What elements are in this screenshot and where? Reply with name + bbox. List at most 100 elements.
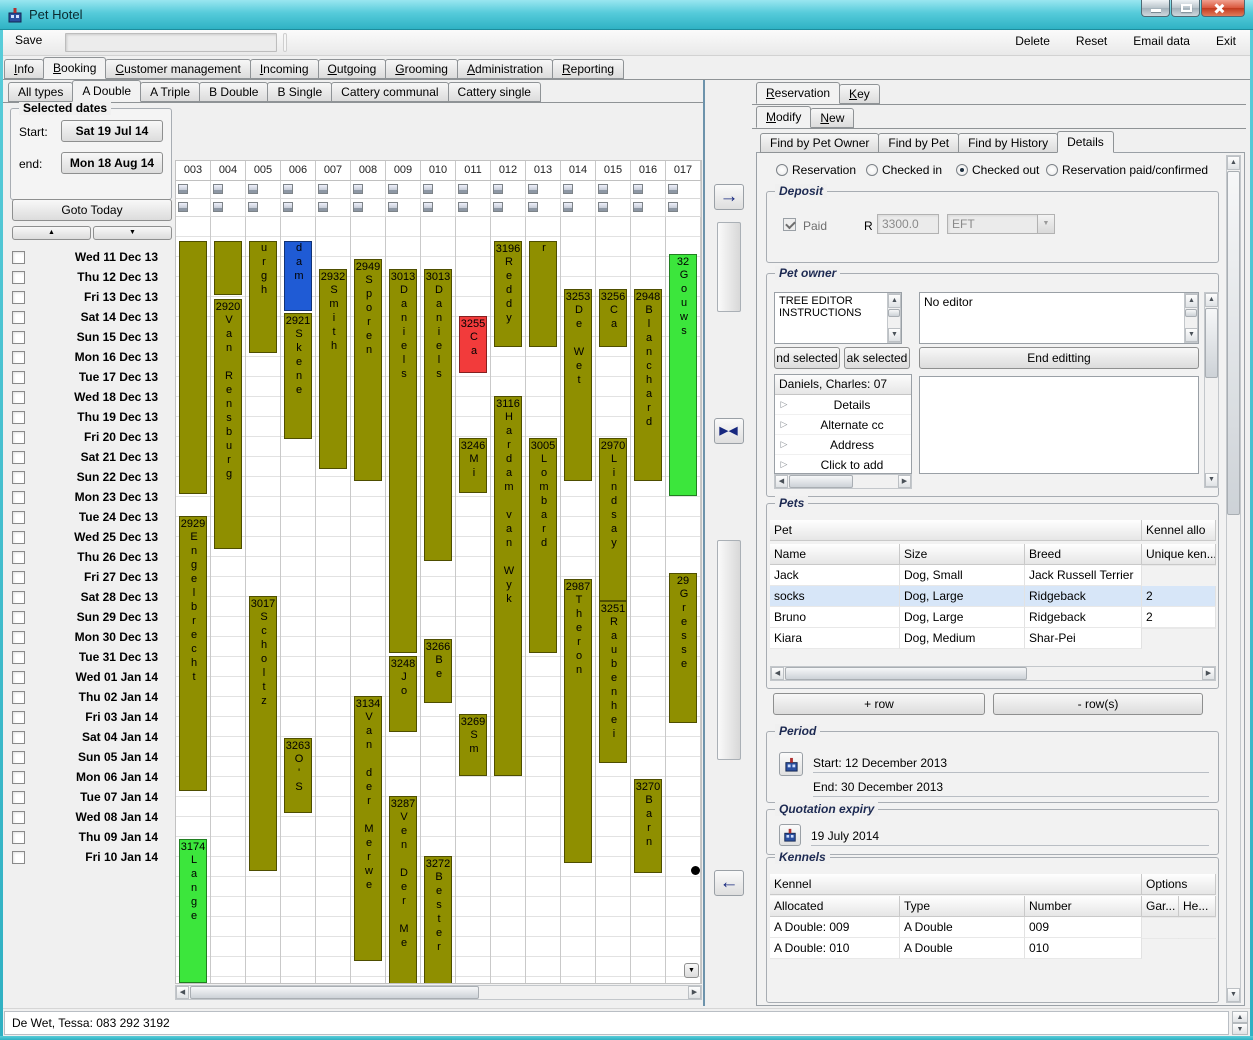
date-row[interactable]: Sat 21 Dec 13: [12, 447, 162, 467]
tab-b-double[interactable]: B Double: [199, 82, 268, 102]
goto-today-button[interactable]: Goto Today: [12, 199, 172, 221]
date-checkbox[interactable]: [12, 731, 25, 744]
radio-reservation-paid-confirmed[interactable]: Reservation paid/confirmed: [1046, 163, 1208, 177]
tab-find-by-pet[interactable]: Find by Pet: [878, 133, 959, 153]
scroll-left-button[interactable]: ◀: [775, 475, 788, 488]
editor-scrollbar[interactable]: ▲▼: [1184, 293, 1198, 343]
booking-bar[interactable]: urgh: [249, 241, 277, 353]
booking-bar[interactable]: 3248Jo: [389, 656, 417, 732]
date-checkbox[interactable]: [12, 751, 25, 764]
tree-expand-icon[interactable]: ▷: [775, 419, 793, 430]
tab-key[interactable]: Key: [839, 84, 880, 104]
expand-selected-button[interactable]: nd selected: [774, 347, 840, 369]
radio-checked-in[interactable]: Checked in: [866, 163, 942, 177]
scroll-thumb[interactable]: [789, 475, 853, 488]
date-row[interactable]: Tue 17 Dec 13: [12, 367, 162, 387]
booking-bar[interactable]: r: [529, 241, 557, 347]
scroll-up-button[interactable]: ▲: [1227, 156, 1240, 170]
scroll-dates-up-button[interactable]: ▲: [12, 226, 91, 240]
booking-bar[interactable]: 29Gresse: [669, 573, 697, 723]
tab-cattery-communal[interactable]: Cattery communal: [331, 82, 448, 102]
booking-bar[interactable]: 3272Bester: [424, 856, 452, 983]
status-scroll-down-button[interactable]: ▼: [1232, 1023, 1248, 1035]
gantt-horizontal-scrollbar[interactable]: ◀▶: [175, 985, 702, 1000]
date-row[interactable]: Tue 31 Dec 13: [12, 647, 162, 667]
scroll-down-button[interactable]: ▼: [1205, 473, 1218, 487]
booking-bar[interactable]: 3017Scholtz: [249, 596, 277, 871]
kennels-column-header-cell[interactable]: Gar...: [1142, 896, 1179, 917]
scroll-thumb[interactable]: [190, 986, 479, 999]
minimize-button[interactable]: [1141, 0, 1170, 17]
end-date-button[interactable]: Mon 18 Aug 14: [61, 152, 163, 174]
scroll-track[interactable]: [1185, 308, 1197, 328]
date-checkbox[interactable]: [12, 651, 25, 664]
save-button[interactable]: Save: [7, 30, 50, 50]
tree-expand-icon[interactable]: ▷: [775, 459, 793, 470]
scroll-track[interactable]: [788, 475, 898, 488]
splitter-handle-top[interactable]: [717, 222, 741, 312]
scroll-track[interactable]: [1227, 170, 1240, 988]
date-checkbox[interactable]: [12, 351, 25, 364]
scroll-track[interactable]: [189, 986, 688, 999]
splitter-handle-bottom[interactable]: [717, 540, 741, 760]
pets-column-header-cell[interactable]: Unique ken...: [1142, 544, 1216, 565]
tab-reporting[interactable]: Reporting: [552, 59, 624, 79]
booking-bar[interactable]: 3263O'S: [284, 738, 312, 813]
exit-button[interactable]: Exit: [1208, 31, 1244, 51]
booking-bar[interactable]: [179, 241, 207, 494]
date-row[interactable]: Sun 22 Dec 13: [12, 467, 162, 487]
pets-horizontal-scrollbar[interactable]: ◀▶: [770, 666, 1216, 681]
booking-bar[interactable]: 3287Ven Der Me: [389, 796, 417, 983]
booking-bar[interactable]: 3256Ca: [599, 289, 627, 347]
date-checkbox[interactable]: [12, 291, 25, 304]
booking-bar[interactable]: 2987Theron: [564, 579, 592, 863]
scroll-right-button[interactable]: ▶: [688, 986, 701, 999]
date-row[interactable]: Thu 26 Dec 13: [12, 547, 162, 567]
radio-checked-out[interactable]: Checked out: [956, 163, 1039, 177]
booking-bar[interactable]: 3174Lange: [179, 839, 207, 983]
tab-outgoing[interactable]: Outgoing: [318, 59, 387, 79]
tree-item-click-to-add[interactable]: ▷Click to add: [775, 455, 911, 475]
date-checkbox[interactable]: [12, 471, 25, 484]
tab-administration[interactable]: Administration: [457, 59, 553, 79]
splitter-expand-right-button[interactable]: →: [714, 184, 744, 210]
tab-details[interactable]: Details: [1057, 131, 1114, 153]
date-checkbox[interactable]: [12, 691, 25, 704]
booking-bar[interactable]: 2920Van Rensburg: [214, 299, 242, 549]
pet-owner-scrollbar[interactable]: ▲▼: [1204, 292, 1219, 488]
tab-modify[interactable]: Modify: [756, 106, 811, 128]
booking-bar[interactable]: 3266Be: [424, 639, 452, 703]
scroll-thumb[interactable]: [785, 667, 1027, 680]
date-row[interactable]: Fri 13 Dec 13: [12, 287, 162, 307]
booking-bar[interactable]: 3246Mi: [459, 438, 487, 493]
date-checkbox[interactable]: [12, 451, 25, 464]
date-checkbox[interactable]: [12, 271, 25, 284]
date-checkbox[interactable]: [12, 551, 25, 564]
scroll-track[interactable]: [888, 308, 900, 328]
scroll-down-button[interactable]: ▼: [888, 328, 901, 342]
end-editing-button[interactable]: End editting: [919, 347, 1199, 369]
reset-button[interactable]: Reset: [1068, 31, 1115, 51]
scroll-track[interactable]: [784, 667, 1202, 680]
date-checkbox[interactable]: [12, 771, 25, 784]
booking-bar[interactable]: 3013Daniels: [424, 269, 452, 561]
booking-bar[interactable]: 3251Raubenhei: [599, 601, 627, 763]
owner-tree-header[interactable]: Daniels, Charles: 07: [775, 375, 911, 395]
booking-bar[interactable]: 2921Skene: [284, 313, 312, 439]
date-checkbox[interactable]: [12, 811, 25, 824]
tab-b-single[interactable]: B Single: [267, 82, 332, 102]
quotation-date-picker-button[interactable]: [779, 824, 801, 846]
booking-bar[interactable]: 2932Smith: [319, 269, 347, 469]
kennel-row[interactable]: A Double: 010A Double010: [770, 938, 1216, 959]
kennels-group-header-cell[interactable]: Options: [1142, 874, 1216, 895]
pet-row[interactable]: JackDog, SmallJack Russell Terrier: [770, 565, 1216, 586]
tab-incoming[interactable]: Incoming: [250, 59, 319, 79]
period-date-picker-button[interactable]: [779, 752, 803, 776]
date-row[interactable]: Thu 12 Dec 13: [12, 267, 162, 287]
scroll-left-button[interactable]: ◀: [771, 667, 784, 680]
pets-column-header-cell[interactable]: Breed: [1025, 544, 1142, 565]
date-row[interactable]: Mon 16 Dec 13: [12, 347, 162, 367]
date-row[interactable]: Wed 08 Jan 14: [12, 807, 162, 827]
tab-customer-management[interactable]: Customer management: [105, 59, 250, 79]
date-checkbox[interactable]: [12, 711, 25, 724]
